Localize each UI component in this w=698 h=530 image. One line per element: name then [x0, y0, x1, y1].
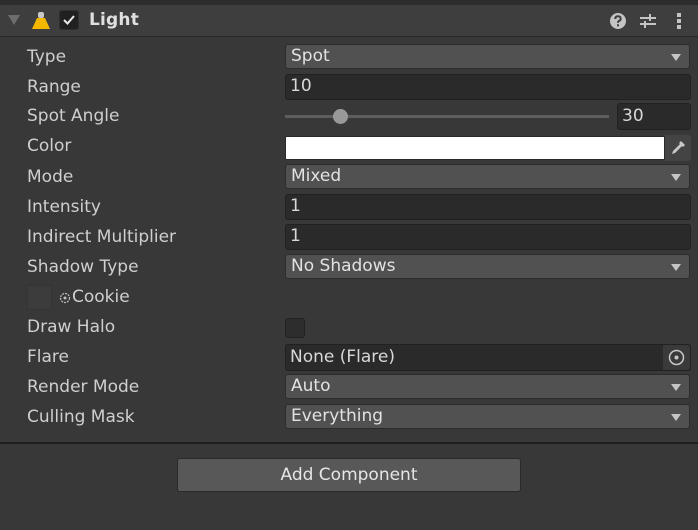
- shadow-type-row: Shadow Type No Shadows: [0, 252, 698, 282]
- color-label: Color: [27, 136, 72, 156]
- shadow-type-value: No Shadows: [291, 256, 396, 276]
- presets-icon[interactable]: [639, 12, 657, 30]
- draw-halo-label: Draw Halo: [27, 317, 116, 337]
- dropdown-arrow-icon: [671, 414, 681, 421]
- component-divider: [0, 442, 698, 444]
- render-mode-label: Render Mode: [27, 377, 140, 397]
- spot-angle-slider-thumb[interactable]: [332, 109, 348, 124]
- indirect-multiplier-label: Indirect Multiplier: [27, 227, 177, 247]
- foldout-expanded-icon[interactable]: [8, 15, 20, 25]
- render-mode-value: Auto: [291, 376, 331, 396]
- culling-mask-value: Everything: [291, 406, 384, 426]
- range-row: Range 10: [0, 72, 698, 102]
- intensity-input[interactable]: 1: [285, 194, 691, 220]
- mode-value: Mixed: [291, 166, 342, 186]
- cookie-texture-slot[interactable]: [27, 285, 52, 310]
- culling-mask-label: Culling Mask: [27, 407, 135, 427]
- dropdown-arrow-icon: [671, 384, 681, 391]
- render-mode-row: Render Mode Auto: [0, 372, 698, 402]
- mode-label: Mode: [27, 167, 74, 187]
- cookie-label: Cookie: [72, 287, 130, 307]
- eyedropper-button[interactable]: [665, 135, 691, 161]
- spot-angle-label: Spot Angle: [27, 106, 120, 126]
- indirect-multiplier-input[interactable]: 1: [285, 224, 691, 250]
- checkmark-icon: [63, 15, 75, 25]
- type-value: Spot: [291, 46, 330, 66]
- mode-dropdown[interactable]: Mixed: [285, 164, 690, 189]
- draw-halo-checkbox[interactable]: [285, 318, 305, 338]
- color-swatch[interactable]: [285, 136, 665, 160]
- flare-object-field[interactable]: None (Flare): [285, 344, 691, 371]
- indirect-multiplier-row: Indirect Multiplier 1: [0, 222, 698, 252]
- culling-mask-row: Culling Mask Everything: [0, 402, 698, 432]
- range-value: 10: [290, 76, 312, 96]
- type-row: Type Spot: [0, 42, 698, 72]
- mode-row: Mode Mixed: [0, 162, 698, 192]
- dropdown-arrow-icon: [671, 54, 681, 61]
- flare-label: Flare: [27, 347, 69, 367]
- flare-value: None (Flare): [290, 347, 396, 367]
- intensity-label: Intensity: [27, 197, 101, 217]
- color-row: Color: [0, 131, 698, 161]
- spot-angle-value: 30: [622, 106, 644, 126]
- flare-picker-button[interactable]: [663, 345, 690, 370]
- add-component-button[interactable]: Add Component: [177, 458, 521, 492]
- cookie-row: Cookie: [0, 282, 698, 312]
- indirect-multiplier-value: 1: [290, 226, 301, 246]
- component-title: Light: [89, 10, 140, 30]
- type-dropdown[interactable]: Spot: [285, 44, 690, 69]
- shadow-type-label: Shadow Type: [27, 257, 139, 277]
- dropdown-arrow-icon: [671, 174, 681, 181]
- culling-mask-dropdown[interactable]: Everything: [285, 404, 690, 429]
- shadow-type-dropdown[interactable]: No Shadows: [285, 254, 690, 279]
- range-label: Range: [27, 77, 81, 97]
- dropdown-arrow-icon: [671, 264, 681, 271]
- type-label: Type: [27, 47, 67, 67]
- help-icon[interactable]: [609, 12, 627, 30]
- spot-angle-input[interactable]: 30: [617, 103, 691, 130]
- object-picker-icon[interactable]: [59, 292, 71, 304]
- eyedropper-icon: [672, 141, 685, 154]
- render-mode-dropdown[interactable]: Auto: [285, 374, 690, 399]
- kebab-menu-icon[interactable]: [670, 12, 688, 30]
- flare-row: Flare None (Flare): [0, 342, 698, 372]
- spot-angle-row: Spot Angle 30: [0, 101, 698, 131]
- intensity-row: Intensity 1: [0, 192, 698, 222]
- component-enabled-checkbox[interactable]: [59, 10, 79, 30]
- draw-halo-row: Draw Halo: [0, 312, 698, 342]
- spot-light-icon: [32, 12, 50, 29]
- object-picker-icon: [668, 349, 685, 366]
- range-input[interactable]: 10: [285, 74, 691, 100]
- light-component-header[interactable]: Light: [0, 5, 698, 37]
- intensity-value: 1: [290, 196, 301, 216]
